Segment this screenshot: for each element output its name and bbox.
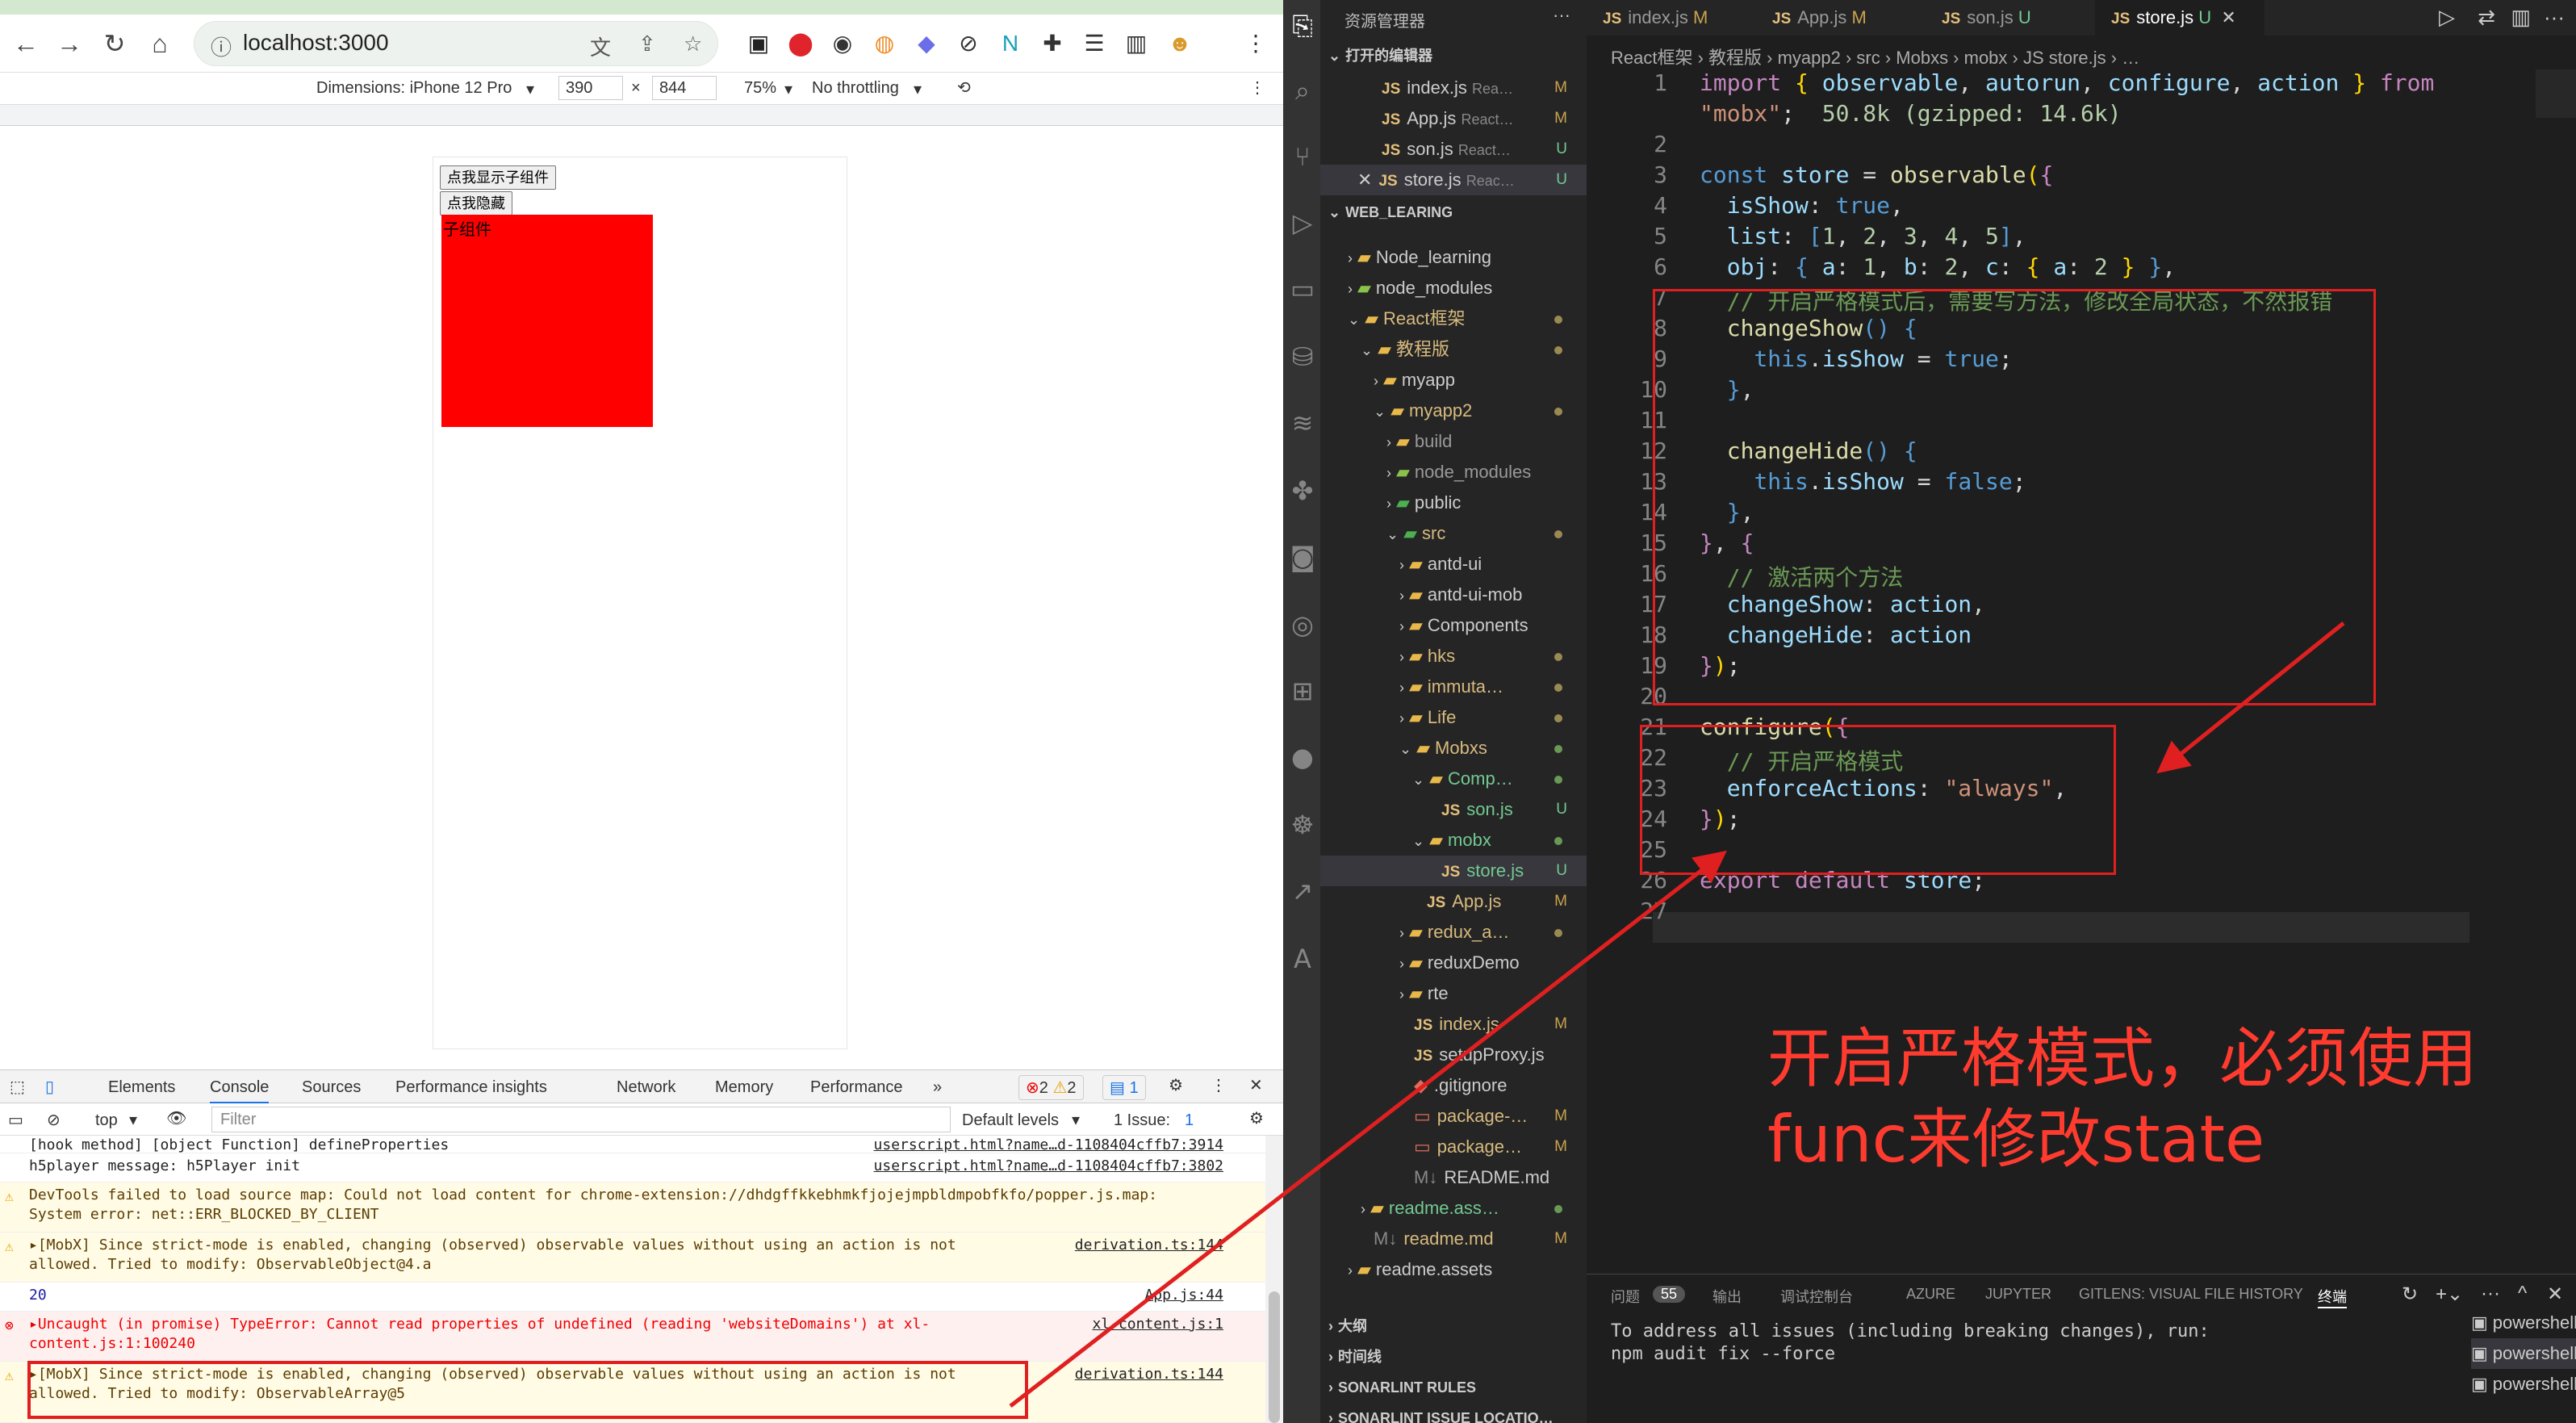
annotation-arrows xyxy=(1009,622,2345,1408)
arrow-from-console xyxy=(1009,850,1727,1408)
arrow-to-configure xyxy=(2156,622,2345,774)
